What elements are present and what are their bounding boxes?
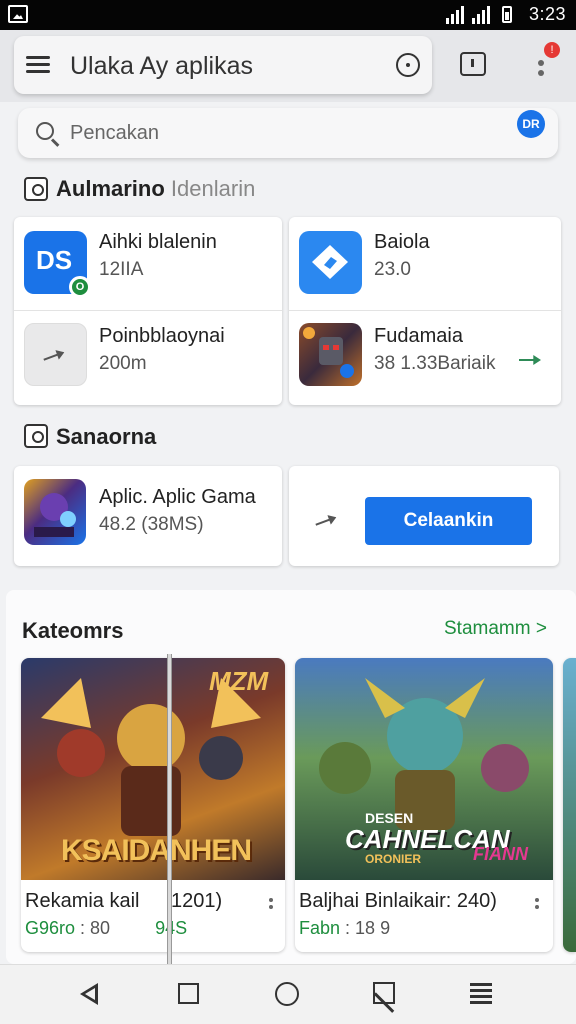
voice-search-button[interactable]: DR bbox=[517, 110, 545, 138]
app-icon: DS O bbox=[24, 231, 91, 298]
app-size: 38 1.33Bariaik bbox=[374, 353, 496, 374]
battery-icon bbox=[502, 6, 512, 23]
categories-title: Kateomrs bbox=[22, 618, 124, 643]
gallery-icon bbox=[8, 5, 28, 23]
app-name: Baiola bbox=[374, 231, 430, 253]
message-icon[interactable] bbox=[460, 52, 486, 76]
app-size: 48.2 (38MS) bbox=[99, 514, 204, 535]
app-title: Ulaka Ay aplikas bbox=[70, 52, 253, 80]
title-bar[interactable]: Ulaka Ay aplikas bbox=[14, 36, 432, 94]
game-card-peek[interactable] bbox=[563, 658, 576, 952]
back-icon[interactable] bbox=[80, 983, 98, 1005]
app-icon bbox=[24, 479, 86, 545]
app-name: Poinbblaoynai bbox=[99, 325, 225, 347]
game-character-icon bbox=[34, 493, 76, 537]
open-arrow-icon[interactable] bbox=[519, 349, 545, 371]
signal-icon bbox=[446, 6, 466, 24]
status-time: 3:23 bbox=[528, 4, 566, 24]
recents-icon[interactable] bbox=[373, 982, 395, 1004]
section-title-text: Aulmarino bbox=[56, 176, 165, 201]
search-input[interactable]: Pencakan bbox=[70, 122, 159, 145]
status-bar: 3:23 bbox=[0, 0, 576, 30]
app-item[interactable]: Fudamaia 38 1.33Bariaik bbox=[289, 311, 561, 405]
scroll-divider bbox=[167, 654, 172, 964]
clock-section-icon bbox=[24, 177, 48, 201]
game-rating: Fabn : 18 9 bbox=[299, 918, 391, 938]
games-section-icon bbox=[24, 424, 48, 448]
search-bar[interactable]: Pencakan DR bbox=[18, 108, 558, 158]
game-banner-title: KSAIDANHEN bbox=[61, 834, 252, 867]
game-logo: MZM bbox=[209, 666, 269, 696]
game-card[interactable]: MZM KSAIDANHEN Rekamia kail 1201) G96ro … bbox=[21, 658, 285, 952]
section-title: Sanaorna bbox=[56, 424, 157, 449]
section-subtitle: Idenlarin bbox=[170, 176, 256, 201]
square-icon[interactable] bbox=[178, 983, 199, 1004]
game-character-icon bbox=[303, 327, 354, 378]
app-item[interactable]: Baiola 23.0 bbox=[289, 217, 561, 310]
app-icon bbox=[299, 231, 362, 294]
app-icon bbox=[24, 323, 87, 386]
menu-icon[interactable] bbox=[470, 983, 492, 1004]
search-icon bbox=[36, 122, 54, 140]
app-item[interactable]: DS O Aihki blalenin 12IIA bbox=[14, 217, 282, 310]
home-icon[interactable] bbox=[275, 982, 299, 1006]
top-app-bar: Ulaka Ay aplikas ! bbox=[0, 30, 576, 102]
notification-badge: ! bbox=[544, 42, 560, 58]
more-options-icon[interactable] bbox=[269, 896, 274, 914]
game-title: Rekamia kail 1201) bbox=[25, 890, 223, 912]
game-rating: G96ro : 80 94S bbox=[25, 918, 187, 938]
diamond-icon bbox=[312, 245, 348, 279]
section-title: Aulmarino Idenlarin bbox=[56, 176, 255, 202]
app-name: Aplic. Aplic Gama bbox=[99, 486, 256, 508]
game-logo: FIANN bbox=[473, 844, 528, 864]
app-icon bbox=[299, 323, 362, 386]
menu-icon[interactable] bbox=[26, 56, 50, 74]
signal-icon bbox=[472, 6, 492, 24]
arrow-icon bbox=[315, 510, 341, 532]
app-name: Aihki blalenin bbox=[99, 231, 217, 253]
game-card[interactable]: DESEN CAHNELCAN ORONIER FIANN Baljhai Bi… bbox=[295, 658, 553, 952]
game-title: Baljhai Binlaikair: 240) bbox=[299, 890, 497, 912]
system-nav-bar bbox=[0, 964, 576, 1024]
see-all-link[interactable]: Stamamm > bbox=[444, 618, 547, 640]
update-badge: O bbox=[69, 276, 91, 298]
install-button[interactable]: Celaankin bbox=[365, 497, 532, 545]
app-name: Fudamaia bbox=[374, 325, 463, 347]
game-banner: MZM KSAIDANHEN bbox=[21, 658, 285, 880]
app-item[interactable]: Poinbblaoynai 200m bbox=[14, 311, 282, 405]
game-banner: DESEN CAHNELCAN ORONIER FIANN bbox=[295, 658, 553, 880]
more-options-icon[interactable] bbox=[535, 896, 540, 914]
arrow-icon bbox=[43, 345, 69, 367]
game-banner-bottom: ORONIER bbox=[365, 852, 422, 866]
app-size: 12IIA bbox=[99, 259, 144, 280]
app-item[interactable]: Aplic. Aplic Gama 48.2 (38MS) bbox=[14, 466, 282, 566]
app-size: 23.0 bbox=[374, 259, 411, 280]
history-icon[interactable] bbox=[396, 53, 420, 77]
app-size: 200m bbox=[99, 353, 147, 374]
